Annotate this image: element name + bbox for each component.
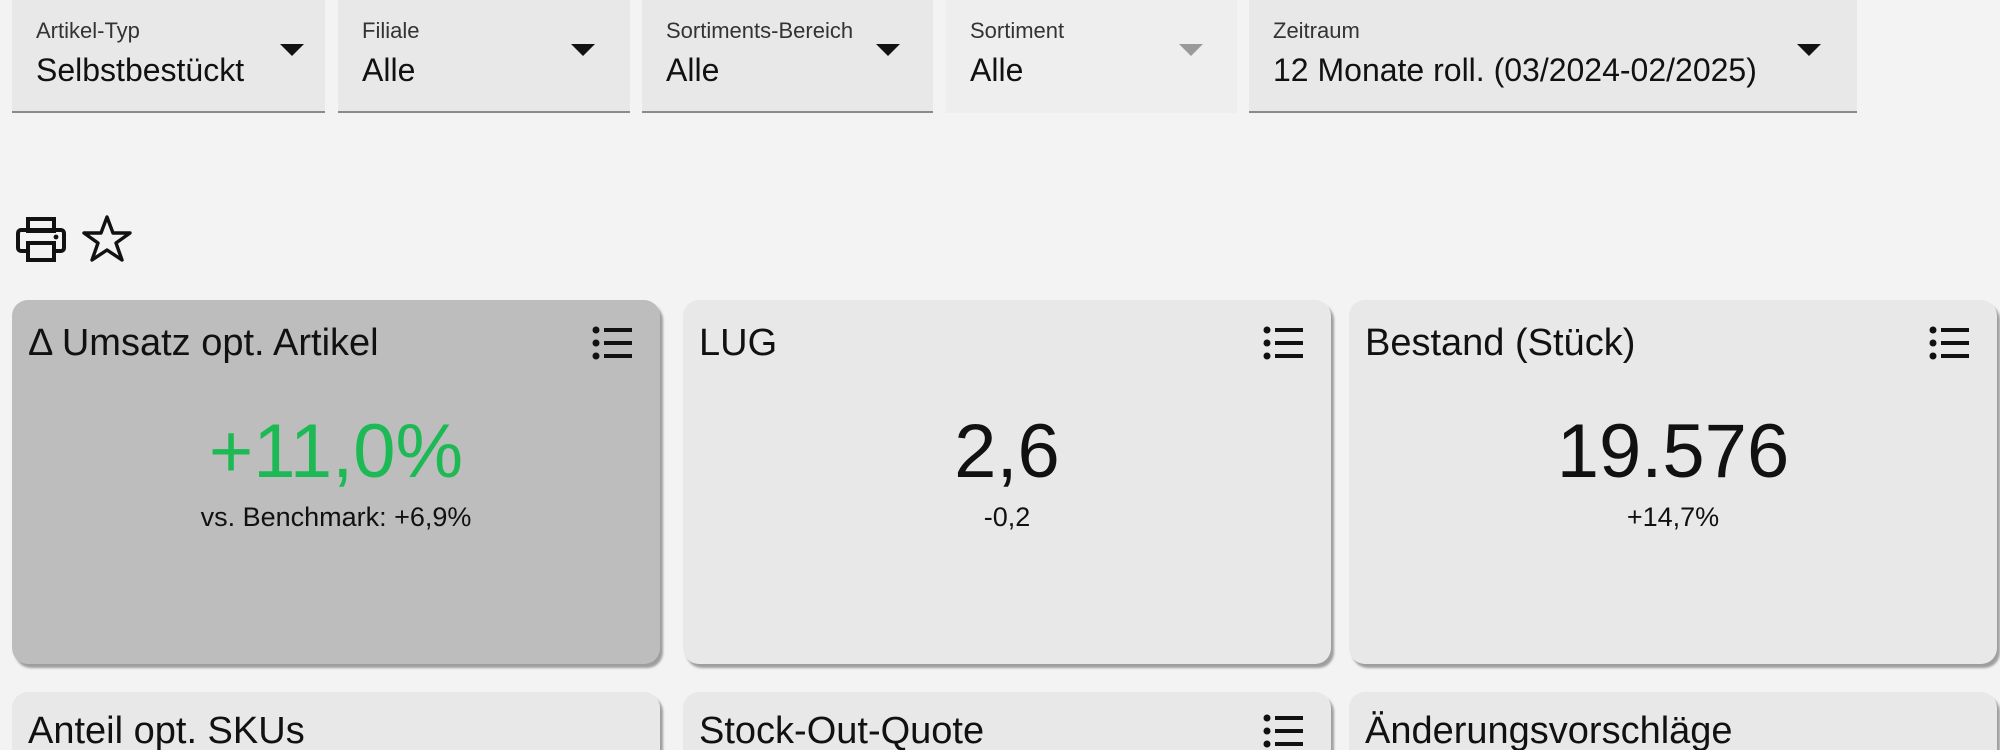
printer-icon[interactable] (14, 212, 68, 266)
card-value: +11,0% (208, 409, 464, 494)
card-title: Anteil opt. SKUs (28, 710, 305, 750)
filter-sortiments-bereich[interactable]: Sortiments-Bereich Alle (642, 0, 933, 113)
filter-sortiment: Sortiment Alle (946, 0, 1237, 113)
chevron-down-icon (1179, 44, 1203, 56)
filter-value: Alle (970, 52, 1024, 88)
list-menu-icon[interactable] (1259, 706, 1309, 750)
card-value: 2,6 (954, 409, 1060, 494)
kpi-card-anteil-opt-skus[interactable]: Anteil opt. SKUs (12, 692, 660, 750)
card-comparison: -0,2 (983, 502, 1031, 532)
filter-zeitraum[interactable]: Zeitraum 12 Monate roll. (03/2024-02/202… (1249, 0, 1857, 113)
filter-label: Sortiments-Bereich (666, 18, 854, 43)
card-title: LUG (699, 322, 778, 364)
chevron-down-icon[interactable] (876, 44, 900, 56)
kpi-card-lug[interactable]: LUG 2,6 -0,2 (683, 300, 1331, 664)
filter-label: Artikel-Typ (36, 18, 140, 43)
card-title: Bestand (Stück) (1365, 322, 1636, 364)
filter-value: 12 Monate roll. (03/2024-02/2025) (1273, 52, 1757, 88)
card-title: Änderungsvorschläge (1365, 710, 1733, 750)
list-menu-icon[interactable] (588, 318, 638, 368)
filter-artikel-typ[interactable]: Artikel-Typ Selbstbestückt (12, 0, 325, 113)
kpi-card-umsatz[interactable]: Δ Umsatz opt. Artikel +11,0% vs. Benchma… (12, 300, 660, 664)
kpi-card-bestand[interactable]: Bestand (Stück) 19.576 +14,7% (1349, 300, 1997, 664)
chevron-down-icon[interactable] (1797, 44, 1821, 56)
filter-value: Alle (666, 52, 720, 88)
card-title: Stock-Out-Quote (699, 710, 985, 750)
list-menu-icon[interactable] (1925, 318, 1975, 368)
card-comparison: +14,7% (1626, 502, 1720, 532)
kpi-card-aenderungsvorschlaege[interactable]: Änderungsvorschläge (1349, 692, 1997, 750)
dashboard-page: Artikel-Typ Selbstbestückt Filiale Alle … (0, 0, 2000, 750)
filter-label: Sortiment (970, 18, 1065, 43)
card-title: Δ Umsatz opt. Artikel (28, 322, 379, 364)
card-value: 19.576 (1556, 409, 1790, 494)
filter-value: Alle (362, 52, 416, 88)
filter-label: Zeitraum (1273, 18, 1360, 43)
kpi-card-stock-out-quote[interactable]: Stock-Out-Quote (683, 692, 1331, 750)
filter-label: Filiale (362, 18, 420, 43)
card-comparison: vs. Benchmark: +6,9% (200, 502, 472, 532)
list-menu-icon[interactable] (1259, 318, 1309, 368)
filter-filiale[interactable]: Filiale Alle (338, 0, 630, 113)
star-icon[interactable] (80, 212, 134, 266)
filter-value: Selbstbestückt (36, 52, 245, 88)
chevron-down-icon[interactable] (571, 44, 595, 56)
chevron-down-icon[interactable] (280, 44, 304, 56)
